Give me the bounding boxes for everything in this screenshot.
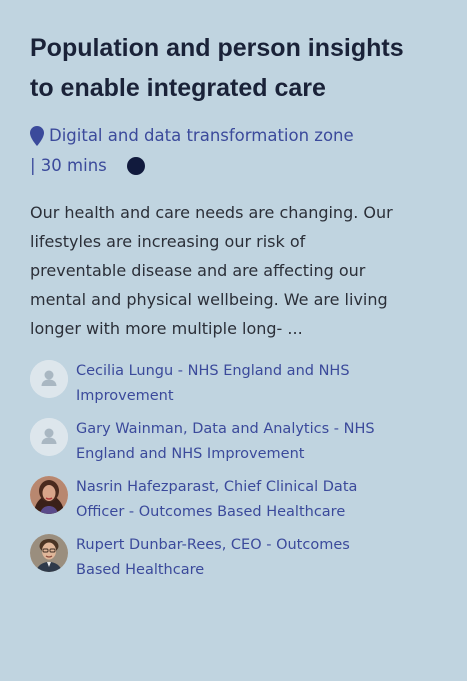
speaker-name[interactable]: Rupert Dunbar-Rees, CEO - Outcomes Based… [76, 533, 396, 583]
person-placeholder-icon [30, 360, 68, 398]
duration-label: | 30 mins [30, 156, 107, 175]
location-label[interactable]: Digital and data transformation zone [49, 121, 354, 151]
session-meta: Digital and data transformation zone | 3… [30, 121, 437, 181]
map-pin-icon [30, 126, 44, 146]
speaker-name[interactable]: Gary Wainman, Data and Analytics - NHS E… [76, 417, 396, 467]
speaker-item[interactable]: Cecilia Lungu - NHS England and NHS Impr… [30, 359, 437, 409]
speaker-item[interactable]: Gary Wainman, Data and Analytics - NHS E… [30, 417, 437, 467]
speaker-item[interactable]: Rupert Dunbar-Rees, CEO - Outcomes Based… [30, 533, 437, 583]
session-description: Our health and care needs are changing. … [30, 203, 393, 338]
duration-row: | 30 mins [30, 151, 437, 181]
speaker-name[interactable]: Nasrin Hafezparast, Chief Clinical Data … [76, 475, 396, 525]
session-title[interactable]: Population and person insights to enable… [30, 28, 415, 108]
person-placeholder-icon [30, 418, 68, 456]
speaker-photo [30, 534, 68, 572]
location-row: Digital and data transformation zone [30, 121, 437, 151]
session-card: Population and person insights to enable… [0, 0, 467, 681]
speaker-item[interactable]: Nasrin Hafezparast, Chief Clinical Data … [30, 475, 437, 525]
speaker-photo [30, 476, 68, 514]
speaker-name[interactable]: Cecilia Lungu - NHS England and NHS Impr… [76, 359, 396, 409]
speaker-list: Cecilia Lungu - NHS England and NHS Impr… [30, 359, 437, 583]
status-dot-icon [126, 157, 145, 175]
